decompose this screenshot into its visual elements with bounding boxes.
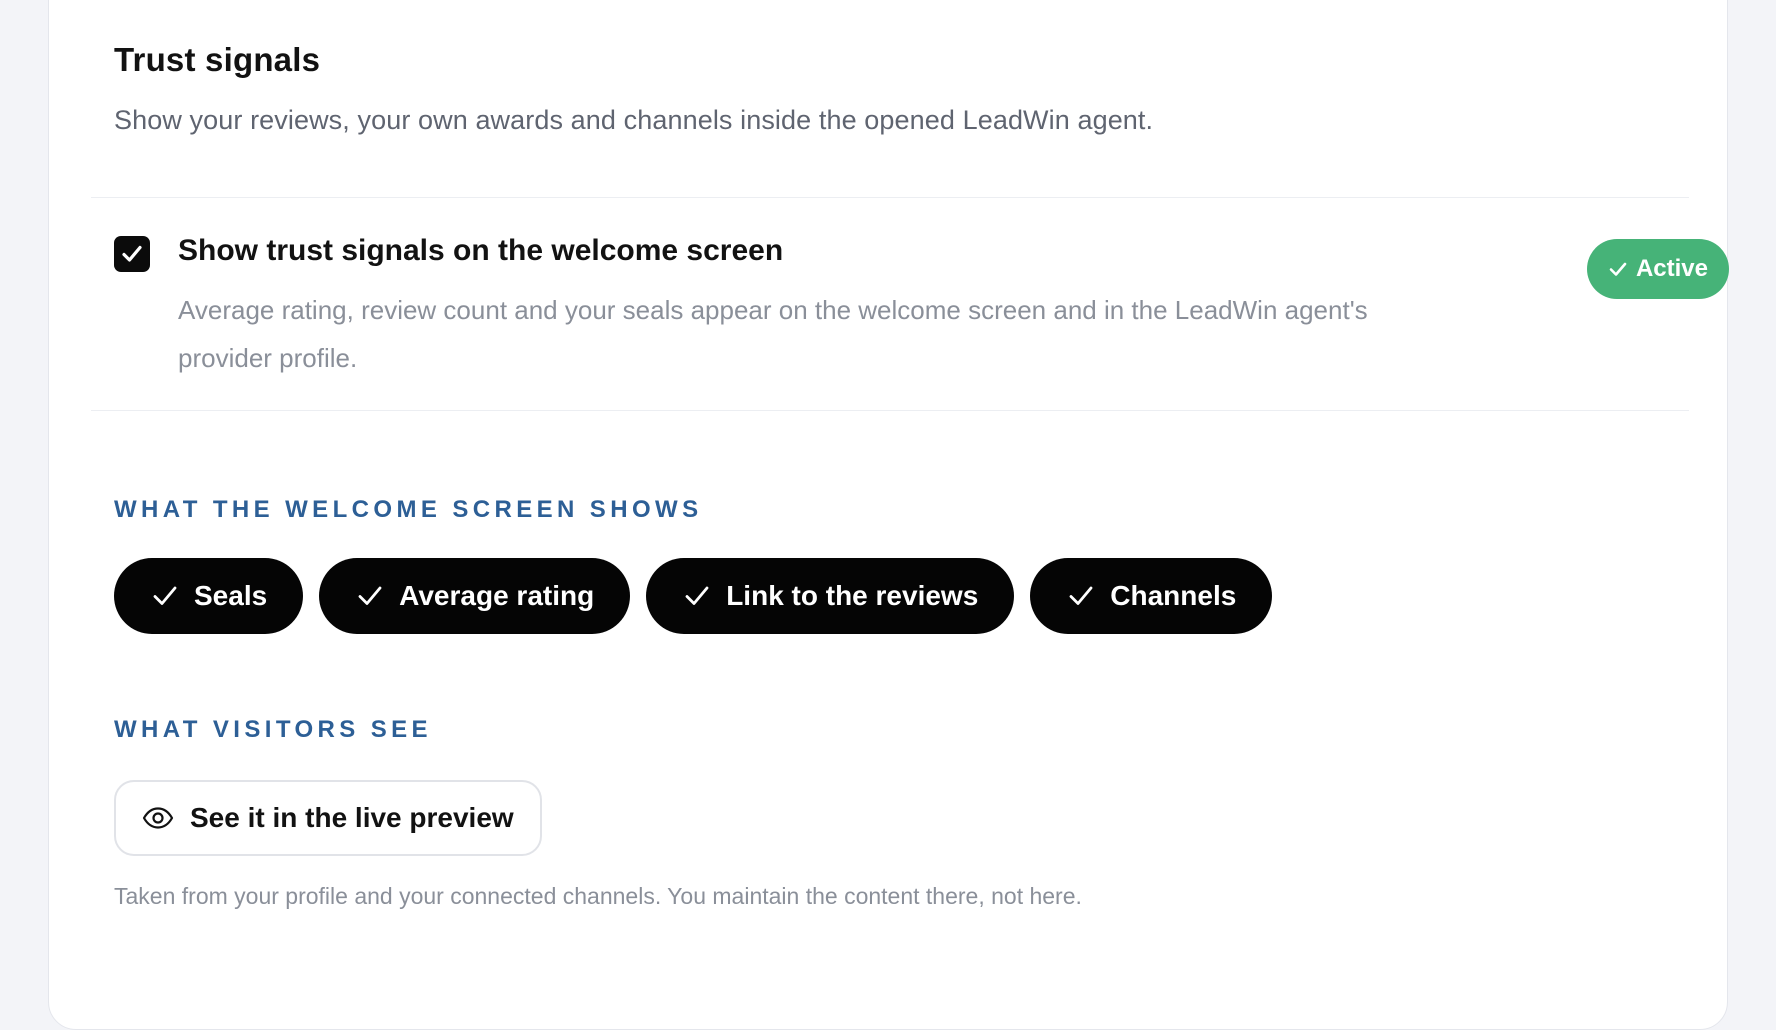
- welcome-screen-section-label: WHAT THE WELCOME SCREEN SHOWS: [114, 496, 703, 523]
- chip-channels[interactable]: Channels: [1030, 558, 1273, 634]
- page-subtitle: Show your reviews, your own awards and c…: [114, 105, 1154, 135]
- live-preview-button[interactable]: See it in the live preview: [114, 780, 542, 856]
- chip-seals[interactable]: Seals: [114, 558, 304, 634]
- toggle-label[interactable]: Show trust signals on the welcome screen: [178, 234, 783, 268]
- eye-icon: [142, 807, 174, 829]
- divider: [91, 410, 1689, 411]
- status-badge: Active: [1587, 239, 1729, 299]
- visitors-footnote: Taken from your profile and your connect…: [114, 883, 1082, 909]
- check-icon: [685, 586, 709, 605]
- check-icon: [153, 586, 177, 605]
- section-header: Trust signals Show your reviews, your ow…: [114, 41, 1614, 136]
- check-icon: [358, 586, 382, 605]
- chip-average-rating[interactable]: Average rating: [319, 558, 631, 634]
- status-badge-label: Active: [1635, 255, 1709, 282]
- check-icon: [1069, 586, 1093, 605]
- live-preview-button-label: See it in the live preview: [190, 802, 514, 833]
- check-icon: [1609, 262, 1627, 276]
- checkmark-icon: [122, 245, 142, 262]
- divider: [91, 197, 1689, 198]
- trust-signals-card: Trust signals Show your reviews, your ow…: [48, 0, 1729, 1030]
- show-trust-signals-checkbox[interactable]: [114, 236, 150, 272]
- page-title: Trust signals: [114, 41, 321, 78]
- chip-label: Channels: [1110, 580, 1237, 611]
- toggle-description: Average rating, review count and your se…: [178, 295, 1368, 373]
- chip-link-to-reviews[interactable]: Link to the reviews: [646, 558, 1015, 634]
- visitors-section-label: WHAT VISITORS SEE: [114, 716, 432, 743]
- chip-label: Average rating: [399, 580, 595, 611]
- chip-label: Seals: [194, 580, 268, 611]
- chip-label: Link to the reviews: [726, 580, 979, 611]
- welcome-screen-chips: Seals Average rating Link to the reviews…: [114, 558, 1273, 634]
